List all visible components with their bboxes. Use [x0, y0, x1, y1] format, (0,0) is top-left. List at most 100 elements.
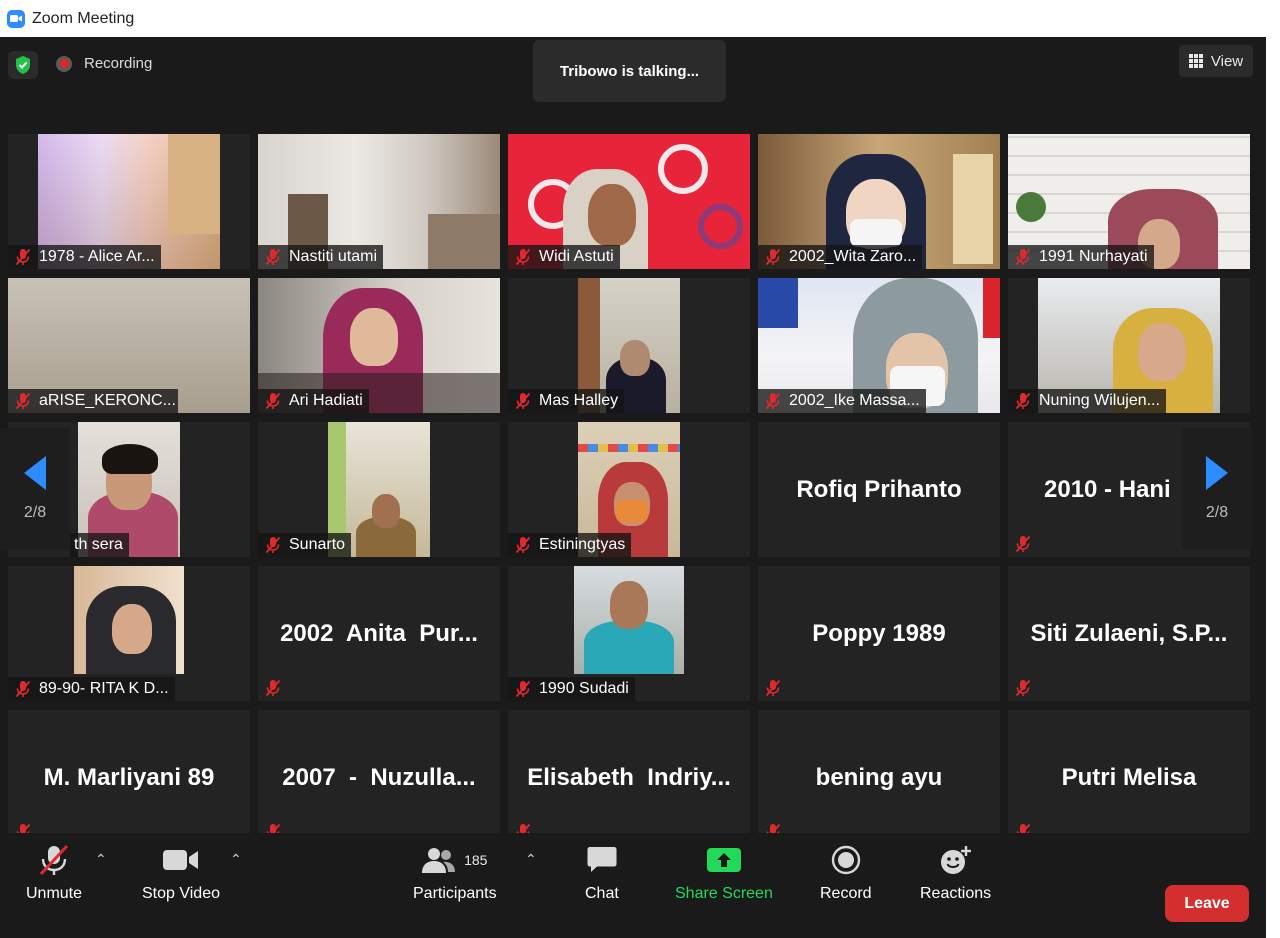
- participant-tile[interactable]: 2002 Anita Pur...: [258, 566, 500, 701]
- participant-tile[interactable]: 89-90- RITA K D...: [8, 566, 250, 701]
- participant-tile[interactable]: Widi Astuti: [508, 134, 750, 269]
- participant-tile[interactable]: bening ayu: [758, 710, 1000, 845]
- participant-tile[interactable]: 1991 Nurhayati: [1008, 134, 1250, 269]
- page-indicator: 2/8: [1205, 504, 1229, 521]
- participant-name-large: Putri Melisa: [1061, 763, 1197, 791]
- participant-nametag: aRISE_KERONC...: [8, 389, 178, 413]
- previous-page-button[interactable]: 2/8: [0, 428, 70, 550]
- recording-indicator[interactable]: Recording: [56, 55, 152, 72]
- window-edge: [1266, 37, 1280, 938]
- participant-nametag: Estiningtyas: [508, 533, 632, 557]
- participant-tile[interactable]: aRISE_KERONC...: [8, 278, 250, 413]
- unmute-button[interactable]: Unmute: [26, 841, 82, 903]
- participant-nametag: 1990 Sudadi: [508, 677, 635, 701]
- chat-bubble-icon: [587, 841, 617, 879]
- participant-nametag: th sera: [70, 533, 129, 557]
- recording-label: Recording: [84, 55, 153, 72]
- video-options-chevron-icon[interactable]: ⌃: [230, 851, 242, 868]
- participant-name: 1990 Sudadi: [539, 680, 629, 697]
- leave-button[interactable]: Leave: [1165, 885, 1249, 922]
- page-indicator: 2/8: [23, 504, 47, 521]
- participant-name: Nastiti utami: [289, 248, 378, 265]
- share-screen-label: Share Screen: [675, 885, 773, 902]
- mic-muted-icon: [262, 534, 284, 556]
- grid-view-icon: [1188, 54, 1203, 68]
- participant-name-large: M. Marliyani 89: [43, 763, 215, 791]
- participant-name: Nuning Wilujen...: [1039, 392, 1160, 409]
- participant-nametag: 2002_Wita Zaro...: [758, 245, 923, 269]
- recording-dot-icon: [56, 55, 72, 72]
- mic-muted-icon: [512, 534, 534, 556]
- chat-button[interactable]: Chat: [585, 841, 619, 903]
- view-label: View: [1210, 52, 1244, 70]
- participants-button[interactable]: 185 Participants: [413, 841, 497, 903]
- participant-name: Ari Hadiati: [289, 392, 363, 409]
- participant-tile[interactable]: Poppy 1989: [758, 566, 1000, 701]
- next-page-button[interactable]: 2/8: [1182, 428, 1252, 550]
- reactions-button[interactable]: Reactions: [920, 841, 991, 903]
- participant-nametag: Sunarto: [258, 533, 352, 557]
- mic-muted-icon: [262, 677, 284, 699]
- audio-options-chevron-icon[interactable]: ⌃: [95, 851, 107, 868]
- participant-tile[interactable]: Rofiq Prihanto: [758, 422, 1000, 557]
- chat-label: Chat: [585, 885, 619, 902]
- participant-tile[interactable]: Estiningtyas: [508, 422, 750, 557]
- mic-muted-icon: [262, 246, 284, 268]
- participants-options-chevron-icon[interactable]: ⌃: [525, 851, 537, 868]
- participant-tile[interactable]: Nastiti utami: [258, 134, 500, 269]
- participant-video: [74, 566, 184, 674]
- participant-tile[interactable]: Putri Melisa: [1008, 710, 1250, 845]
- participant-tile[interactable]: 1978 - Alice Ar...: [8, 134, 250, 269]
- mic-muted-icon: [1012, 677, 1034, 699]
- participant-nametag: 89-90- RITA K D...: [8, 677, 175, 701]
- participant-name-large: bening ayu: [815, 763, 943, 791]
- participant-tile[interactable]: Elisabeth Indriy...: [508, 710, 750, 845]
- mic-muted-icon: [1012, 533, 1034, 555]
- participant-name: Widi Astuti: [539, 248, 614, 265]
- participant-tile[interactable]: Ari Hadiati: [258, 278, 500, 413]
- meeting-toolbar: Unmute ⌃ Stop Video ⌃ 185 Participants ⌃…: [0, 833, 1266, 938]
- mic-muted-icon: [762, 246, 784, 268]
- participant-nametag: Mas Halley: [508, 389, 625, 413]
- participant-name-large: Siti Zulaeni, S.P...: [1030, 619, 1228, 647]
- participant-nametag: 1978 - Alice Ar...: [8, 245, 161, 269]
- participant-tile[interactable]: Mas Halley: [508, 278, 750, 413]
- participant-tile[interactable]: 1990 Sudadi: [508, 566, 750, 701]
- reactions-label: Reactions: [920, 885, 992, 902]
- participant-tile[interactable]: Siti Zulaeni, S.P...: [1008, 566, 1250, 701]
- window-title: Zoom Meeting: [32, 9, 135, 27]
- participant-tile[interactable]: 2007 - Nuzulla...: [258, 710, 500, 845]
- record-icon: [831, 841, 861, 879]
- participant-name: 89-90- RITA K D...: [39, 680, 169, 697]
- participant-name: 1978 - Alice Ar...: [39, 248, 155, 265]
- participant-name: 1991 Nurhayati: [1039, 248, 1148, 265]
- participant-tile[interactable]: Sunarto: [258, 422, 500, 557]
- active-speaker-banner: Tribowo is talking...: [533, 40, 726, 102]
- participant-tile[interactable]: Nuning Wilujen...: [1008, 278, 1250, 413]
- mic-muted-icon: [262, 390, 284, 412]
- participant-name-large: Elisabeth Indriy...: [527, 763, 731, 791]
- participants-label: Participants: [413, 885, 497, 902]
- security-shield-icon[interactable]: [8, 51, 38, 79]
- mic-muted-icon: [512, 246, 534, 268]
- view-button[interactable]: View: [1179, 45, 1253, 77]
- chevron-right-icon: [1206, 456, 1228, 490]
- participant-name: Mas Halley: [539, 392, 619, 409]
- window-titlebar: Zoom Meeting: [0, 0, 1280, 37]
- mic-muted-icon: [12, 678, 34, 700]
- stop-video-button[interactable]: Stop Video: [142, 841, 220, 903]
- participant-tile[interactable]: M. Marliyani 89: [8, 710, 250, 845]
- video-camera-icon: [163, 841, 199, 879]
- share-screen-button[interactable]: Share Screen: [675, 841, 773, 903]
- participant-nametag: 1991 Nurhayati: [1008, 245, 1154, 269]
- participant-tile[interactable]: 2002_Ike Massa...: [758, 278, 1000, 413]
- participant-nametag: Nuning Wilujen...: [1008, 389, 1166, 413]
- mic-muted-icon: [1012, 246, 1034, 268]
- participant-name: th sera: [74, 536, 123, 553]
- participant-nametag: Widi Astuti: [508, 245, 620, 269]
- participant-nametag: 2002_Ike Massa...: [758, 389, 926, 413]
- participant-name-large: 2007 - Nuzulla...: [282, 763, 476, 791]
- participant-tile[interactable]: 2002_Wita Zaro...: [758, 134, 1000, 269]
- mic-muted-icon: [762, 677, 784, 699]
- record-button[interactable]: Record: [820, 841, 872, 903]
